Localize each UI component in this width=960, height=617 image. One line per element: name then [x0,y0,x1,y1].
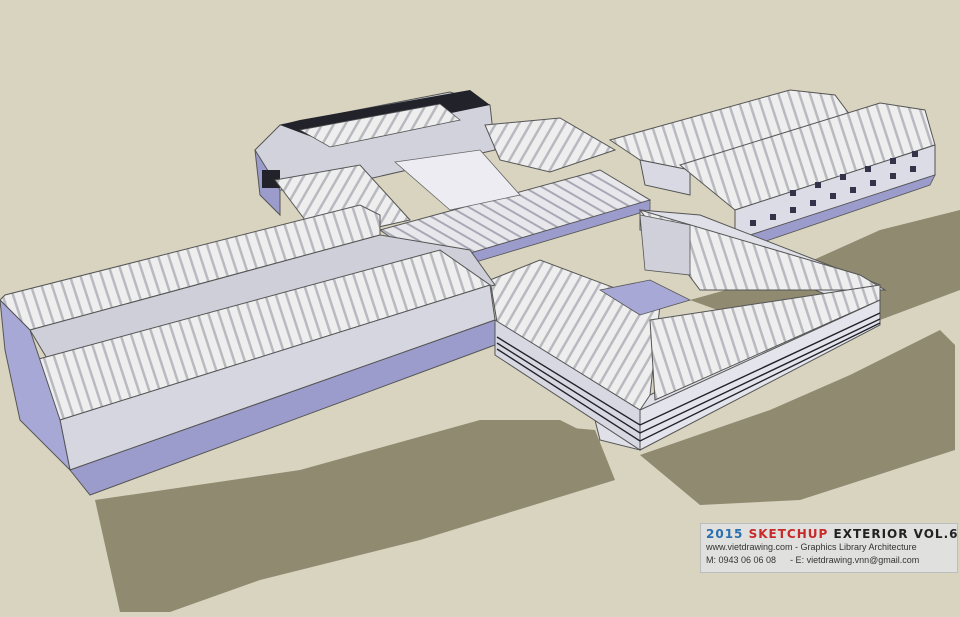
watermark-collection: EXTERIOR VOL.6 [833,527,959,541]
watermark-phone: M: 0943 06 06 08 [706,555,777,565]
watermark-email: - E: vietdrawing.vnn@gmail.com [790,555,920,565]
sketchup-scene: 2015 SKETCHUP EXTERIOR VOL.6 www.vietdra… [0,0,960,612]
building-model [0,89,960,612]
watermark-year: 2015 [706,527,744,541]
watermark-title: 2015 SKETCHUP EXTERIOR VOL.6 [706,527,958,541]
watermark-brand: SKETCHUP [748,527,829,541]
watermark-contact-line: M: 0943 06 06 08 - E: vietdrawing.vnn@gma… [706,554,952,567]
watermark-site-line: www.vietdrawing.com - Graphics Library A… [706,542,917,552]
publisher-watermark: 2015 SKETCHUP EXTERIOR VOL.6 www.vietdra… [700,523,958,573]
